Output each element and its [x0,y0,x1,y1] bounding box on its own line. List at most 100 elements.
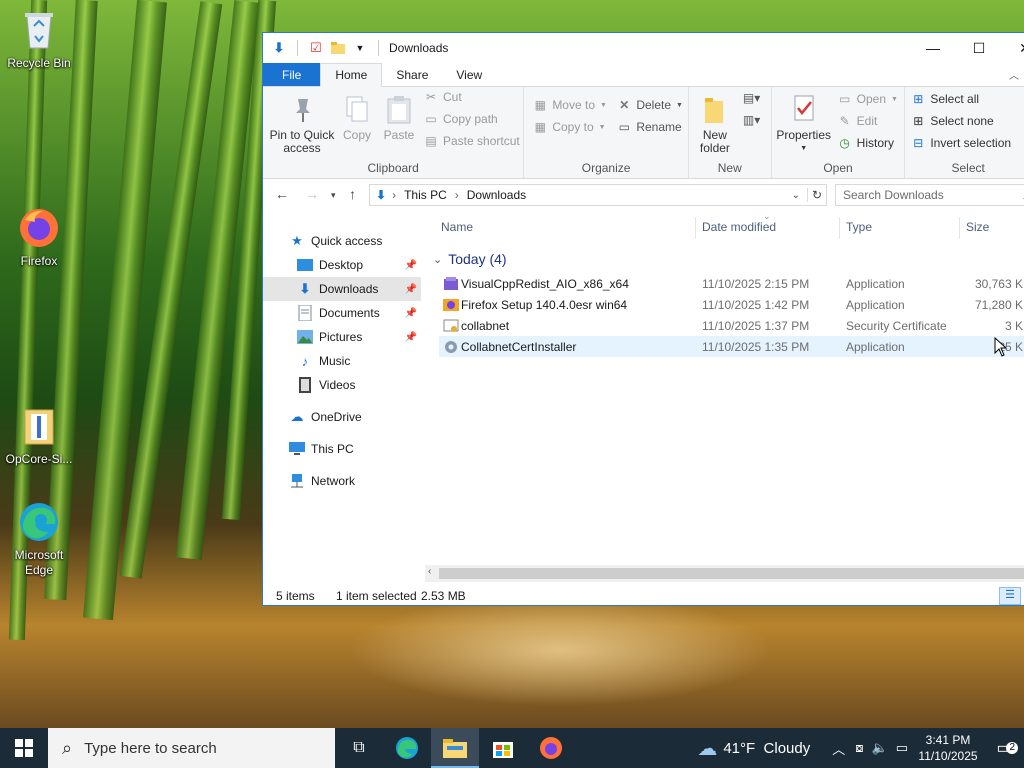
ribbon-tabs: File Home Share View ︿ [263,63,1024,87]
history-button[interactable]: ◷ History [838,133,894,153]
paste-icon [383,93,415,125]
back-arrow-icon[interactable]: ← [275,186,289,202]
status-bar: 5 items 1 item selected 2.53 MB ☰ [263,585,1024,605]
group-header-today[interactable]: ⌄ Today (4) [433,249,507,269]
select-none-button[interactable]: ⊞ Select none [911,111,993,131]
rename-button[interactable]: ▭ Rename [617,117,682,137]
select-all-icon: ⊞ [913,92,924,106]
clock-time: 3:41 PM [925,733,971,747]
weather-text[interactable]: 41°F Cloudy [723,740,810,757]
forward-arrow-icon[interactable]: → [305,186,319,202]
new-folder-qat-icon[interactable] [330,40,346,56]
nav-item-pictures[interactable]: Pictures 📌 [263,325,421,349]
clock[interactable]: 3:41 PM 11/10/2025 [912,732,984,764]
nav-item-videos[interactable]: Videos [263,373,421,397]
invert-selection-button[interactable]: ⊟ Invert selection [911,133,1011,153]
up-arrow-icon[interactable]: ↑ [349,186,356,202]
column-header-type[interactable]: Type [846,213,872,241]
move-to-button[interactable]: ▦ Move to ▼ [533,95,607,115]
file-row[interactable]: CollabnetCertInstaller 11/10/2025 1:35 P… [439,336,1024,357]
file-explorer-window: ⬇ ☑ ▼ Downloads — ☐ ✕ File Home Share Vi… [262,32,1024,606]
pin-to-quick-access-button[interactable]: Pin to Quick access [267,93,337,155]
show-hidden-icons-chevron-icon[interactable]: ︿ [832,739,845,758]
network-tray-icon[interactable]: ▭ [896,740,908,756]
minimize-button[interactable]: — [910,33,956,63]
nav-item-documents[interactable]: Documents 📌 [263,301,421,325]
desktop-icon-recycle-bin[interactable]: Recycle Bin [1,8,77,71]
nav-this-pc[interactable]: This PC [263,437,421,461]
tab-home[interactable]: Home [320,63,383,87]
select-all-button[interactable]: ⊞ Select all [911,89,979,109]
tab-file[interactable]: File [263,63,321,86]
nav-onedrive[interactable]: ☁ OneDrive [263,405,421,429]
ribbon-collapse-chevron-icon[interactable]: ︿ [1009,67,1019,82]
mouse-cursor-icon [994,337,1008,357]
desktop-icon-firefox[interactable]: Firefox [1,206,77,269]
taskbar-file-explorer[interactable] [431,728,479,768]
file-row[interactable]: Firefox Setup 140.4.0esr win64 11/10/202… [439,294,1024,315]
scrollbar-thumb[interactable] [439,568,1024,579]
recent-locations-chevron-icon[interactable]: ▾ [331,190,336,201]
scroll-left-chevron-icon[interactable]: ‹ [428,566,431,577]
breadcrumb-separator-icon: › [454,188,459,202]
status-selected-count: 1 item selected [336,589,417,603]
documents-folder-icon [297,305,313,321]
maximize-button[interactable]: ☐ [956,33,1002,63]
clock-date: 11/10/2025 [918,749,978,763]
meet-now-icon[interactable]: ⧇ [855,740,863,756]
nav-item-downloads[interactable]: ⬇ Downloads 📌 [263,277,421,301]
volume-muted-icon[interactable]: 🔈 [872,740,888,756]
copy-path-button[interactable]: ▭ Copy path [424,109,497,129]
properties-button[interactable]: Properties ▼ [774,93,834,155]
copy-button[interactable]: Copy [339,93,375,142]
file-row[interactable]: VisualCppRedist_AIO_x86_x64 11/10/2025 2… [439,273,1024,294]
nav-network[interactable]: Network [263,469,421,493]
task-view-button[interactable]: ⧉ [335,728,383,768]
pin-icon: 📌 [404,331,417,343]
new-item-icon[interactable]: ▤▾ [743,91,760,105]
taskbar-edge[interactable] [383,728,431,768]
new-folder-button[interactable]: New folder [693,93,737,155]
edit-button[interactable]: ✎ Edit [838,111,878,131]
weather-cloud-icon[interactable]: ☁ [697,736,717,761]
customize-qat-chevron-icon[interactable]: ▼ [352,40,368,56]
address-dropdown-chevron-icon[interactable]: ⌄ [792,190,800,201]
search-input[interactable]: Search Downloads ⌕ [835,184,1024,206]
videos-folder-icon [297,377,313,393]
notification-count-badge: 2 [1006,742,1018,754]
nav-quick-access[interactable]: ★ Quick access [263,229,421,253]
nav-item-music[interactable]: ♪ Music [263,349,421,373]
taskbar-store[interactable] [479,728,527,768]
move-to-icon: ▦ [534,98,546,112]
file-row[interactable]: collabnet 11/10/2025 1:37 PM Security Ce… [439,315,1024,336]
column-header-size[interactable]: Size [966,213,989,241]
horizontal-scrollbar[interactable]: ‹ [425,565,1024,582]
paste-shortcut-button[interactable]: ▤ Paste shortcut [424,131,519,151]
certificate-icon [443,318,459,334]
desktop-icon-edge[interactable]: Microsoft Edge [1,500,77,578]
address-bar[interactable]: ⬇ › This PC › Downloads ⌄ ↻ [369,184,827,206]
delete-button[interactable]: ✕ Delete ▼ [617,95,683,115]
taskbar-firefox[interactable] [527,728,575,768]
pin-icon [286,93,318,125]
open-button[interactable]: ▭ Open ▼ [838,89,898,109]
paste-button[interactable]: Paste [381,93,417,142]
tab-view[interactable]: View [442,63,496,86]
breadcrumb-this-pc[interactable]: This PC [404,188,447,202]
taskbar-search-box[interactable]: ⌕ Type here to search [48,728,335,768]
refresh-icon[interactable]: ↻ [806,188,822,202]
easy-access-icon[interactable]: ▥▾ [743,113,760,127]
close-button[interactable]: ✕ [1002,33,1024,63]
cut-button[interactable]: ✂ Cut [424,87,462,107]
nav-item-desktop[interactable]: Desktop 📌 [263,253,421,277]
details-view-icon[interactable]: ☰ [999,587,1021,605]
properties-qat-icon[interactable]: ☑ [308,40,324,56]
column-header-name[interactable]: Name [441,213,473,241]
tab-share[interactable]: Share [382,63,442,86]
desktop-icon-opcore[interactable]: OpCore-Si... [1,404,77,467]
notifications-button[interactable]: ▭ 2 [984,738,1024,758]
title-bar: ⬇ ☑ ▼ Downloads — ☐ ✕ [263,33,1024,63]
copy-to-button[interactable]: ▦ Copy to ▼ [533,117,606,137]
breadcrumb-downloads[interactable]: Downloads [467,188,526,202]
start-button[interactable] [0,728,48,768]
